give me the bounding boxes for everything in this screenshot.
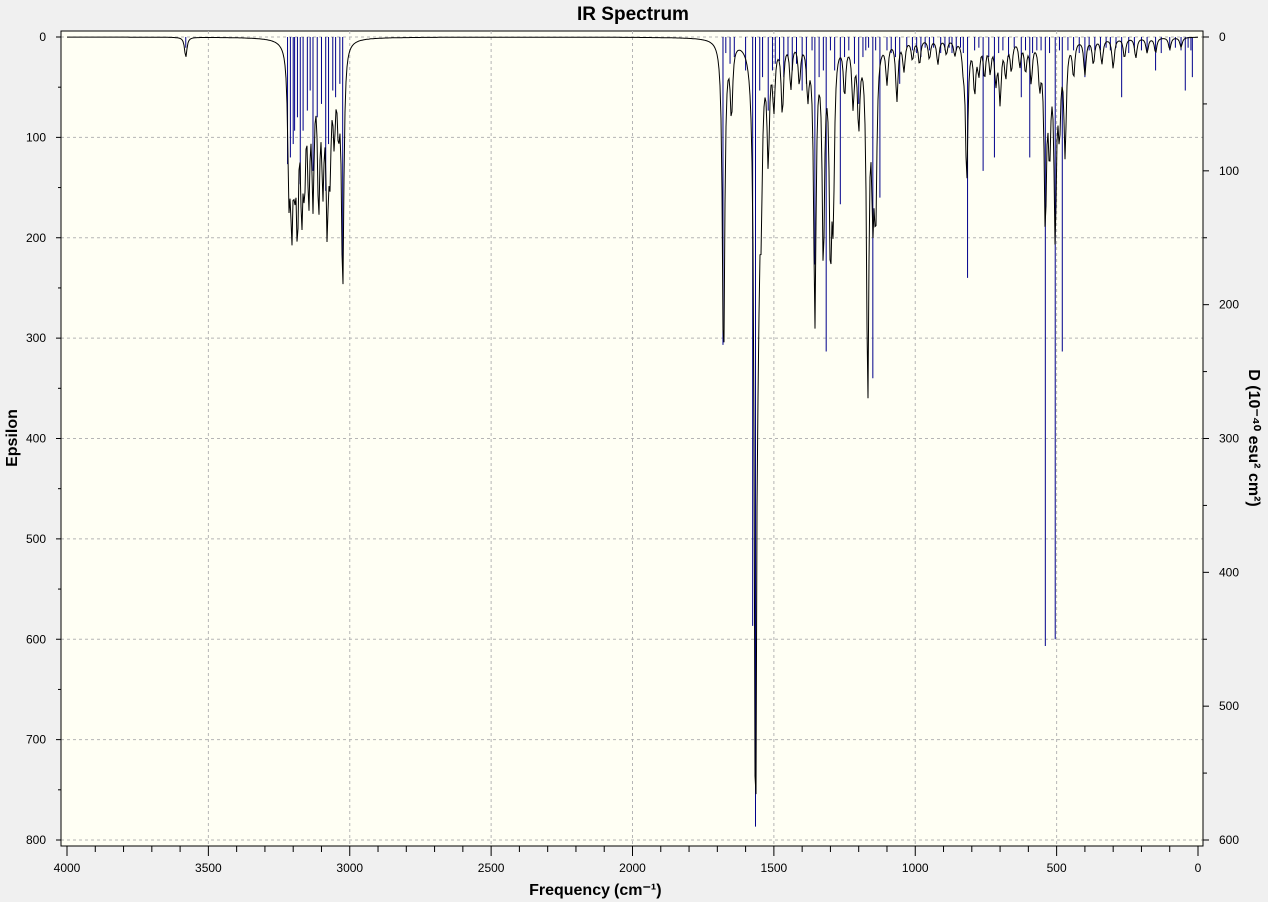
bottom-tick-label: 2500 <box>478 861 505 875</box>
bottom-tick-label: 0 <box>1195 861 1202 875</box>
y-axis-left-label: Epsilon <box>4 409 21 467</box>
left-tick-label: 500 <box>26 532 46 546</box>
bottom-tick-label: 1500 <box>761 861 788 875</box>
right-tick-label: 200 <box>1219 298 1239 312</box>
bottom-tick-label: 3000 <box>336 861 363 875</box>
left-tick-label: 0 <box>39 30 46 44</box>
bottom-tick-label: 2000 <box>619 861 646 875</box>
left-tick-label: 100 <box>26 130 46 144</box>
right-tick-label: 300 <box>1219 432 1239 446</box>
bottom-tick-label: 1000 <box>902 861 929 875</box>
bottom-tick-label: 3500 <box>195 861 222 875</box>
right-tick-label: 100 <box>1219 164 1239 178</box>
chart-title: IR Spectrum <box>577 4 689 25</box>
right-tick-label: 600 <box>1219 833 1239 847</box>
y-axis-right-label: D (10⁻⁴⁰ esu² cm²) <box>1245 369 1262 506</box>
bottom-tick-label: 4000 <box>54 861 81 875</box>
x-axis-unit: (cm⁻¹) <box>614 882 662 899</box>
x-axis-label: Frequency <box>529 882 610 899</box>
left-tick-label: 400 <box>26 432 46 446</box>
ir-spectrum-chart: 0 100 200 300 400 500 600 700 800 0 100 200 300 400 5… <box>0 0 1268 902</box>
right-tick-label: 500 <box>1219 699 1239 713</box>
left-tick-label: 200 <box>26 231 46 245</box>
left-tick-label: 800 <box>26 833 46 847</box>
left-tick-label: 700 <box>26 733 46 747</box>
bottom-tick-label: 500 <box>1047 861 1067 875</box>
left-tick-label: 300 <box>26 331 46 345</box>
left-tick-label: 600 <box>26 632 46 646</box>
right-tick-label: 0 <box>1219 30 1226 44</box>
right-tick-label: 400 <box>1219 565 1239 579</box>
